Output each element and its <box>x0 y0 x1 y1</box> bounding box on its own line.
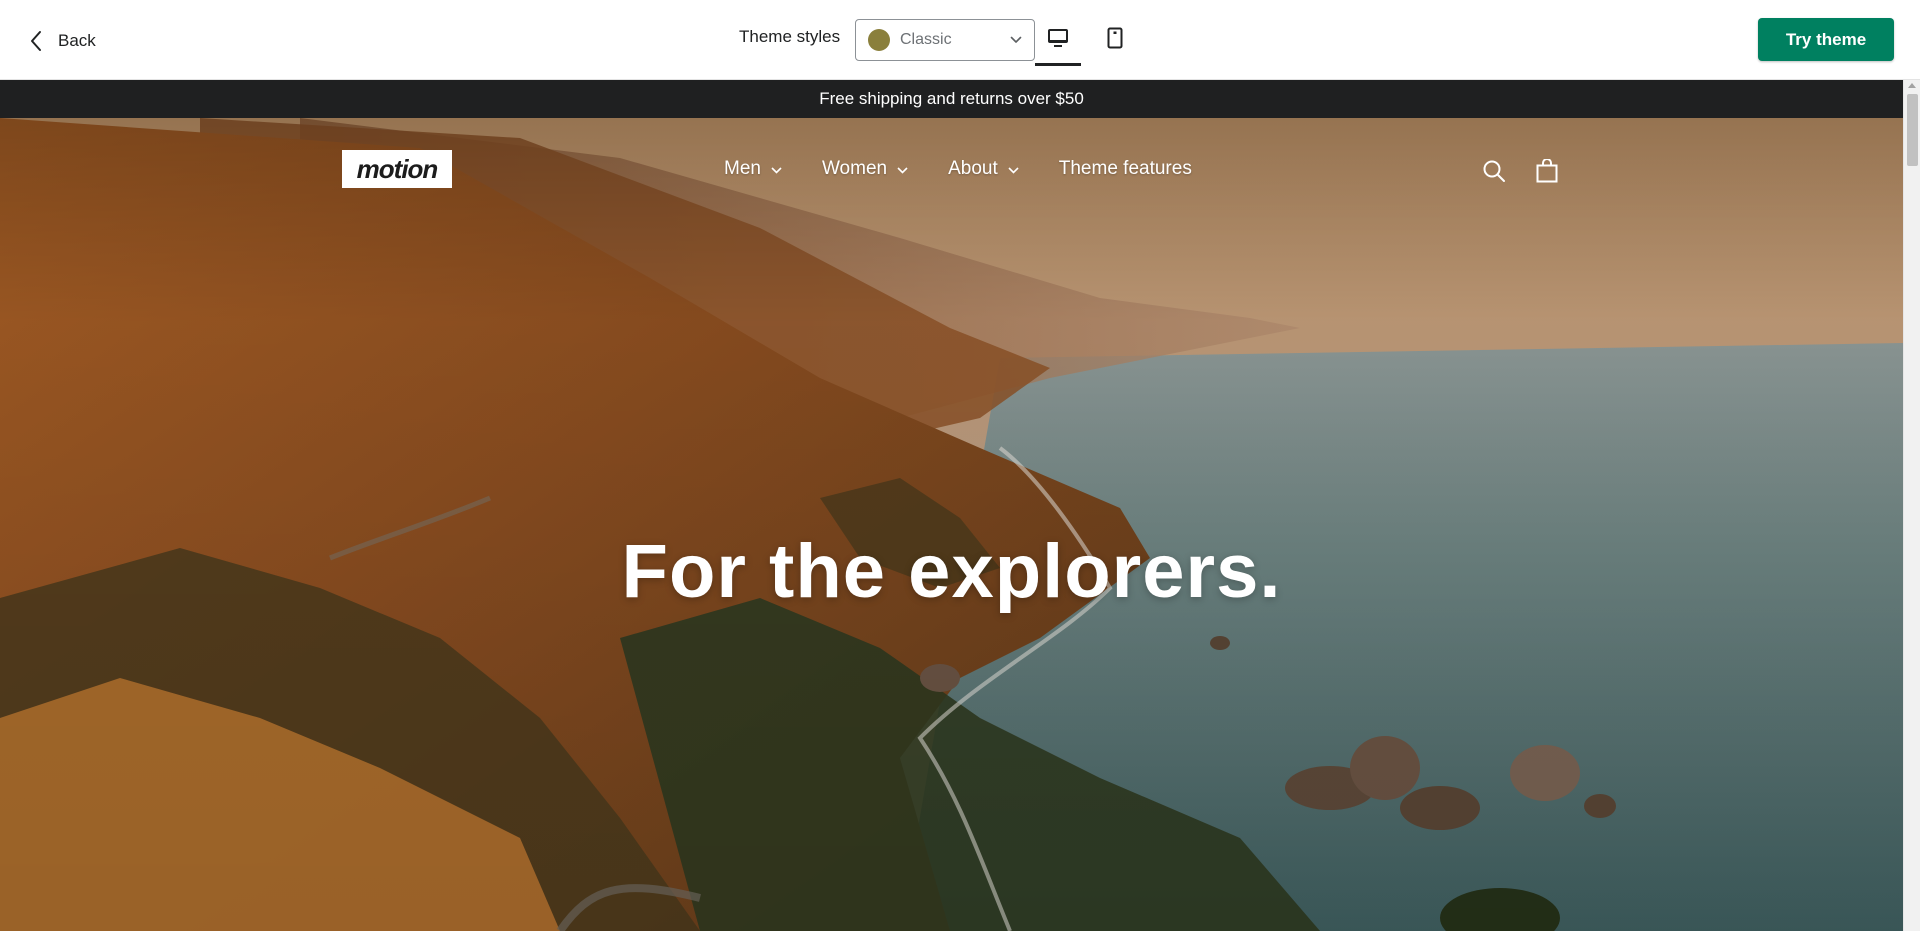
preview-toolbar: Back Theme styles Classic Try theme <box>0 0 1920 80</box>
search-icon[interactable] <box>1482 159 1506 188</box>
back-label: Back <box>58 31 96 50</box>
nav-item-theme-features[interactable]: Theme features <box>1059 158 1192 180</box>
chevron-down-icon <box>1010 31 1022 49</box>
hero-headline: For the explorers. <box>621 529 1282 614</box>
main-navigation: Men Women About Theme features <box>724 158 1192 180</box>
nav-item-label: Women <box>821 158 888 179</box>
chevron-down-icon <box>1008 158 1019 180</box>
nav-item-about[interactable]: About <box>948 158 1019 180</box>
nav-item-women[interactable]: Women <box>822 158 908 180</box>
desktop-icon <box>1047 27 1069 54</box>
store-logo[interactable]: motion <box>342 150 452 188</box>
style-color-swatch <box>868 29 890 51</box>
announcement-bar: Free shipping and returns over $50 <box>0 80 1903 118</box>
hero-landscape-image <box>0 118 1903 931</box>
nav-item-men[interactable]: Men <box>724 158 782 180</box>
theme-styles-label: Theme styles <box>739 27 841 46</box>
theme-style-select[interactable]: Classic <box>855 19 1035 61</box>
theme-style-value: Classic <box>900 31 952 48</box>
scrollbar-thumb[interactable] <box>1907 94 1918 166</box>
store-preview: Free shipping and returns over $50 motio… <box>0 80 1920 931</box>
desktop-view-button[interactable] <box>1035 18 1081 66</box>
mobile-view-button[interactable] <box>1092 18 1138 62</box>
chevron-left-icon <box>30 30 42 52</box>
nav-item-label: Men <box>724 158 761 179</box>
nav-item-label: Theme features <box>1058 158 1192 179</box>
nav-item-label: About <box>948 158 998 179</box>
hero-banner: motion Men Women About Theme features Fo… <box>0 118 1903 931</box>
cart-icon[interactable] <box>1536 158 1558 188</box>
mobile-icon <box>1106 27 1124 54</box>
chevron-down-icon <box>897 158 908 180</box>
back-button[interactable]: Back <box>30 24 96 58</box>
try-theme-button[interactable]: Try theme <box>1758 18 1894 61</box>
preview-scrollbar[interactable] <box>1903 80 1920 931</box>
chevron-down-icon <box>771 158 782 180</box>
scroll-up-arrow-icon[interactable] <box>1908 83 1916 88</box>
